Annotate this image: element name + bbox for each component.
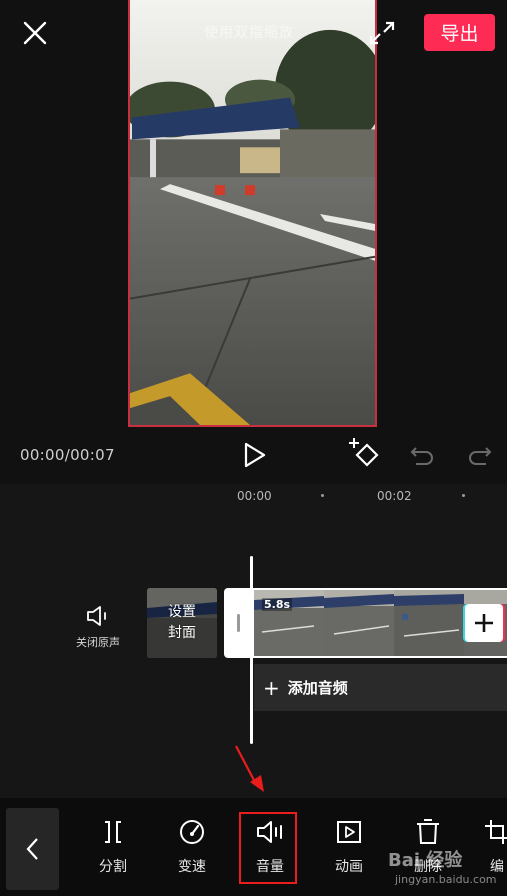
ruler-tick-label: 00:02 <box>377 489 412 503</box>
cover-label: 设置 封面 <box>168 604 196 641</box>
toolbar-item-speed[interactable]: 变速 <box>162 818 222 876</box>
undo-icon <box>410 447 433 465</box>
add-clip-button[interactable] <box>465 604 503 642</box>
plus-icon <box>475 614 493 632</box>
play-button[interactable] <box>240 440 268 470</box>
toolbar-label: 分割 <box>99 859 127 875</box>
animation-icon <box>337 821 361 843</box>
toolbar-label: 变速 <box>178 859 206 875</box>
add-audio-button[interactable]: + 添加音频 <box>254 664 507 711</box>
mute-label: 关闭原声 <box>76 636 120 649</box>
redo-icon <box>469 447 492 465</box>
ruler-tick-label: 00:00 <box>237 489 272 503</box>
export-button[interactable]: 导出 <box>424 14 495 51</box>
edit-icon <box>485 820 507 844</box>
toolbar-item-edit[interactable]: 编 <box>477 818 507 876</box>
video-preview[interactable]: 使用双指缩放 <box>128 0 377 427</box>
toolbar-item-split[interactable]: 分割 <box>83 818 143 876</box>
fullscreen-icon <box>369 21 395 45</box>
site-url: jingyan.baidu.com <box>395 873 497 886</box>
close-icon <box>23 21 47 45</box>
set-cover-button[interactable]: 设置 封面 <box>147 588 217 658</box>
plus-icon: + <box>263 675 280 700</box>
play-icon <box>244 442 266 468</box>
ruler-dot <box>321 494 324 497</box>
clip-duration: 5.8s <box>262 598 293 611</box>
add-audio-label: 添加音频 <box>287 679 348 697</box>
mute-original-audio-button[interactable]: 关闭原声 <box>70 600 126 656</box>
zoom-hint: 使用双指缩放 <box>204 25 294 41</box>
keyframe-button[interactable] <box>346 436 382 472</box>
playhead[interactable] <box>250 556 253 744</box>
toolbar-item-animation[interactable]: 动画 <box>319 818 379 876</box>
speed-icon <box>180 820 204 844</box>
annotation-arrow <box>235 745 264 792</box>
delete-icon <box>417 819 439 844</box>
fullscreen-button[interactable] <box>366 18 398 48</box>
site-watermark: Bai 经验 <box>388 850 463 871</box>
ruler-dot <box>462 494 465 497</box>
redo-button[interactable] <box>466 442 494 468</box>
speaker-icon <box>87 606 106 626</box>
annotation-highlight-box <box>239 812 297 884</box>
time-display: 00:00/00:07 <box>20 446 115 464</box>
video-frame-image <box>130 0 375 425</box>
toolbar-label: 动画 <box>335 859 363 875</box>
back-button[interactable] <box>6 808 59 890</box>
split-icon <box>105 821 121 843</box>
preview-area: 使用双指缩放 导出 00:00/00:07 <box>0 0 507 484</box>
undo-button[interactable] <box>408 442 436 468</box>
keyframe-icon <box>349 438 379 467</box>
chevron-left-icon <box>26 838 38 860</box>
close-button[interactable] <box>20 18 50 48</box>
